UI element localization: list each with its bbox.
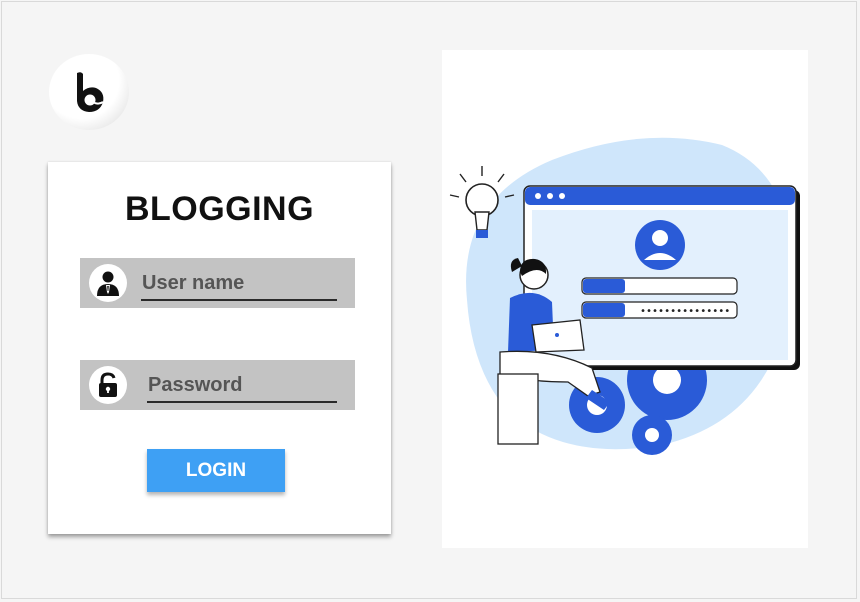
username-underline [141, 299, 337, 301]
username-label: User name [142, 272, 245, 294]
brand-logo [49, 54, 129, 130]
lock-icon [89, 366, 127, 404]
password-label: Password [148, 374, 243, 396]
login-card: BLOGGING User name Password LOGIN [48, 162, 391, 534]
login-button[interactable]: LOGIN [147, 449, 285, 492]
b-letter-logo-icon [77, 72, 104, 112]
svg-text:•••••••••••••••: ••••••••••••••• [640, 306, 730, 317]
login-illustration: ••••••••••••••• [449, 137, 800, 455]
user-icon [89, 264, 127, 302]
password-field[interactable]: Password [80, 360, 355, 410]
app-frame: BLOGGING User name Password LOGIN ••••••… [1, 1, 857, 599]
username-field[interactable]: User name [80, 258, 355, 308]
illustration-panel: ••••••••••••••• [442, 50, 808, 548]
password-underline [147, 401, 337, 403]
login-title: BLOGGING [124, 190, 315, 228]
